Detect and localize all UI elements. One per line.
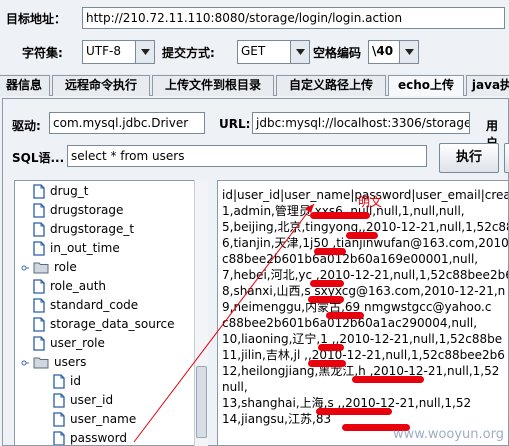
result-line: c88bee2b601b6a012b60a169e00001,null,: [222, 252, 479, 266]
secondary-button[interactable]: [504, 143, 509, 173]
driver-label: 驱动:: [12, 119, 41, 133]
table-file-icon: [33, 316, 45, 332]
redaction-mark: [310, 212, 370, 219]
tree-node-label: storage_data_source: [50, 317, 175, 331]
space-encoding-label: 空格编码: [313, 46, 362, 60]
tab-echo-upload[interactable]: echo上传: [388, 75, 464, 96]
folder-icon: [33, 356, 49, 369]
tree-node[interactable]: in_out_time: [33, 239, 120, 257]
tree-node-label: drugstorage_t: [50, 222, 135, 236]
tree-node-label: in_out_time: [50, 241, 120, 255]
target-url-input[interactable]: http://210.72.11.110:8080/storage/login/…: [82, 7, 505, 29]
tree-node-label: drug_t: [50, 184, 89, 198]
space-encoding-select[interactable]: \40: [368, 40, 419, 64]
tree-node-label: user_name: [70, 412, 137, 426]
tree-node[interactable]: drugstorage: [33, 201, 123, 219]
tree-scrollbar-thumb[interactable]: [196, 366, 207, 438]
tab-remote-command[interactable]: 远程命令执行: [52, 75, 150, 96]
table-file-icon: [33, 335, 45, 351]
method-label: 提交方式:: [162, 46, 215, 60]
charset-select[interactable]: UTF-8: [82, 40, 155, 64]
tree-node[interactable]: password: [53, 429, 127, 445]
tree-node[interactable]: storage_data_source: [33, 315, 174, 333]
redaction-mark: [352, 376, 424, 383]
method-value: GET: [237, 40, 291, 64]
tree-node[interactable]: user_role: [33, 334, 105, 352]
table-file-icon: [33, 202, 45, 218]
redaction-mark: [316, 408, 392, 415]
tree-node[interactable]: standard_code: [33, 296, 138, 314]
tree-node-label: role: [54, 260, 77, 274]
folder-icon: [33, 261, 49, 274]
execute-button[interactable]: 执行: [439, 143, 499, 173]
tree-node[interactable]: id: [53, 372, 81, 390]
table-file-icon: [53, 392, 65, 408]
tree-node-label: id: [70, 374, 81, 388]
tree-node[interactable]: user_id: [53, 391, 113, 409]
expand-handle-icon[interactable]: [19, 262, 29, 276]
redaction-mark: [314, 248, 346, 255]
watermark: www.wooyun.org: [392, 427, 504, 442]
table-file-icon: [33, 183, 45, 199]
tree-node[interactable]: user_name: [53, 410, 136, 428]
table-tree[interactable]: drug_t drugstorage drugstorage_t in_out_tim…: [14, 180, 208, 446]
result-line: 11,jilin,吉林,jl ,,2010-12-21,null,1,52c88…: [222, 348, 505, 362]
tab-upload-root[interactable]: 上传文件到根目录: [152, 75, 274, 96]
redaction-mark: [308, 360, 346, 367]
result-line: 8,shanxi,山西,s sxyxcg@163.com,2010-12-21,…: [222, 284, 506, 298]
table-file-icon: [53, 373, 65, 389]
redaction-mark: [318, 344, 344, 351]
result-line: 14,jiangsu,江苏,83: [222, 412, 332, 426]
chevron-down-icon[interactable]: [136, 40, 155, 64]
chevron-down-icon[interactable]: [400, 40, 419, 64]
driver-input[interactable]: com.mysql.jdbc.Driver: [49, 112, 205, 134]
result-line: null,: [222, 380, 248, 394]
tab-java-exec[interactable]: java执: [466, 75, 509, 96]
tree-node[interactable]: role_auth: [33, 277, 106, 295]
result-area[interactable]: id|user_id|user_name|password|user_email…: [217, 180, 509, 446]
target-address-label: 目标地址：: [6, 12, 67, 26]
table-file-icon: [33, 278, 45, 294]
method-select[interactable]: GET: [237, 40, 310, 64]
tree-scrollbar[interactable]: [194, 180, 208, 446]
tree-node-label: drugstorage: [50, 203, 124, 217]
result-line: 10,liaoning,辽宁,1 ,,2010-12-21,null,1,52c…: [222, 332, 503, 346]
tree-node-label: role_auth: [50, 279, 106, 293]
tree-node-label: password: [70, 431, 127, 445]
tab-custom-path-upload[interactable]: 自定义路径上传: [276, 75, 386, 96]
redaction-mark: [308, 296, 344, 303]
jdbc-url-input[interactable]: jdbc:mysql://localhost:3306/storage: [252, 112, 470, 134]
tree-node[interactable]: drugstorage_t: [33, 220, 134, 238]
tree-node-label: users: [54, 355, 87, 369]
chevron-down-icon[interactable]: [291, 40, 310, 64]
redaction-mark: [310, 280, 344, 287]
plaintext-annotation: 明文: [358, 195, 383, 209]
charset-value: UTF-8: [82, 40, 136, 64]
sql-input[interactable]: select * from users: [67, 145, 427, 167]
collapse-handle-icon[interactable]: [19, 357, 29, 371]
tab-server-info[interactable]: 器信息: [0, 75, 50, 96]
space-encoding-value: \40: [368, 40, 400, 64]
table-file-icon: [53, 411, 65, 427]
table-file-icon: [33, 240, 45, 256]
url-label: URL:: [219, 117, 251, 131]
tree-node[interactable]: drug_t: [33, 182, 88, 200]
tab-bar: 器信息 远程命令执行 上传文件到根目录 自定义路径上传 echo上传 java执: [0, 74, 509, 96]
redaction-mark: [326, 312, 364, 319]
sql-label: SQL语...: [12, 151, 65, 165]
result-line: 7,hebei,河北,yc ,2010-12-21,null,1,52c88be…: [222, 268, 509, 282]
table-file-icon: [33, 297, 45, 313]
table-file-icon: [53, 430, 65, 445]
table-file-icon: [33, 221, 45, 237]
charset-label: 字符集:: [22, 46, 63, 60]
tree-node[interactable]: users: [21, 353, 87, 371]
tree-node-label: standard_code: [50, 298, 139, 312]
tree-node[interactable]: role: [21, 258, 77, 276]
tree-node-label: user_id: [70, 393, 114, 407]
redaction-mark: [346, 232, 378, 239]
tree-node-label: user_role: [50, 336, 105, 350]
